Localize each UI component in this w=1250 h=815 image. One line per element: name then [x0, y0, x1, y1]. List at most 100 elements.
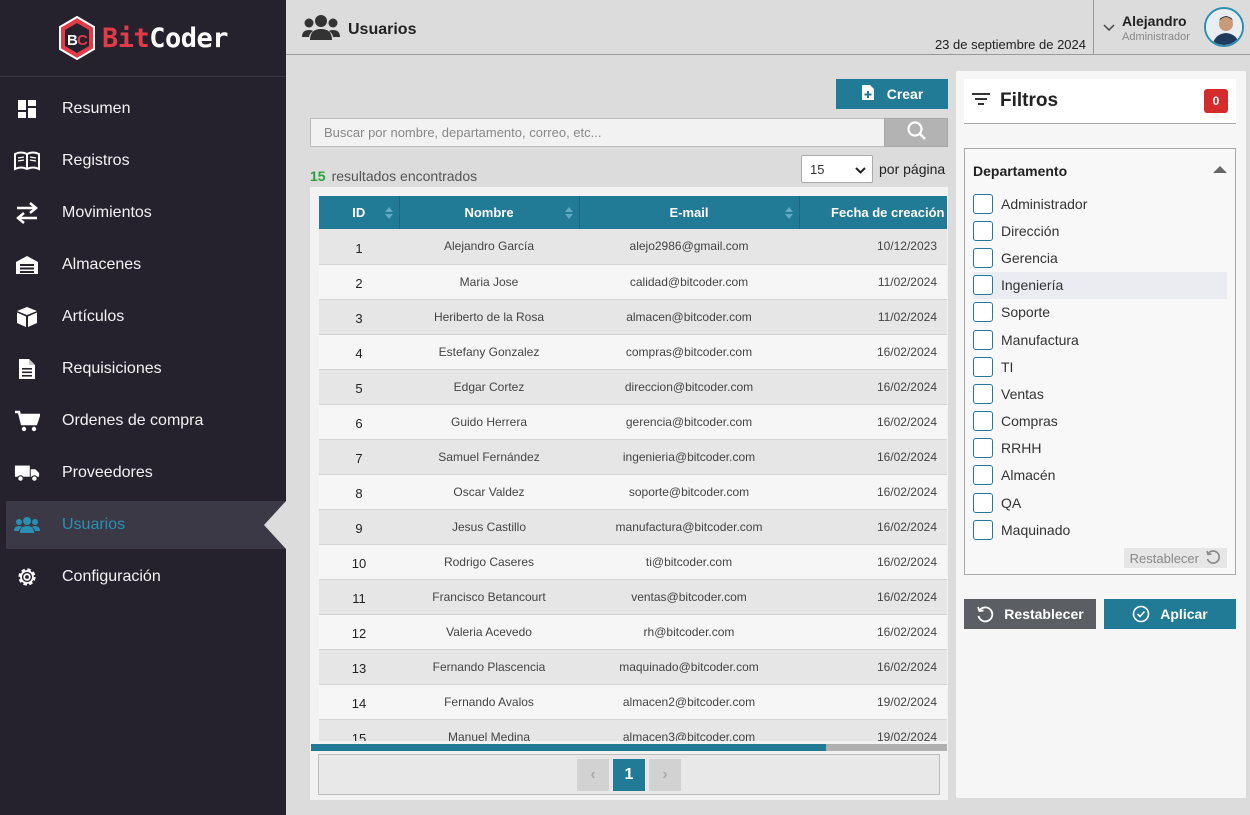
department-option[interactable]: Compras — [973, 408, 1227, 435]
department-option[interactable]: TI — [973, 353, 1227, 380]
cell-fecha: 11/02/2024 — [799, 299, 947, 335]
horizontal-scrollbar[interactable] — [311, 744, 947, 751]
checkbox[interactable] — [973, 247, 993, 268]
user-menu[interactable]: Alejandro Administrador — [1093, 0, 1250, 55]
sort-icon[interactable] — [564, 207, 573, 219]
table-row[interactable]: 5 Edgar Cortez direccion@bitcoder.com 16/02… — [319, 369, 947, 405]
department-option[interactable]: QA — [973, 489, 1227, 516]
check-circle-icon — [1132, 605, 1150, 623]
table-row[interactable]: 10 Rodrigo Caseres ti@bitcoder.com 16/02/20… — [319, 544, 947, 580]
table-row[interactable]: 14 Fernando Avalos almacen2@bitcoder.com 19… — [319, 684, 947, 720]
logo[interactable]: B C BitCoder — [0, 0, 286, 77]
cell-id: 7 — [319, 439, 399, 475]
checkbox[interactable] — [973, 519, 993, 540]
checkbox[interactable] — [973, 356, 993, 377]
checkbox[interactable] — [973, 411, 993, 432]
sidebar-item-registros[interactable]: Registros — [0, 135, 286, 187]
table-row[interactable]: 3 Heriberto de la Rosa almacen@bitcoder.co… — [319, 299, 947, 335]
sidebar-item-proveedores[interactable]: Proveedores — [0, 447, 286, 499]
table-row[interactable]: 8 Oscar Valdez soporte@bitcoder.com 16/02/2… — [319, 474, 947, 510]
column-header-nombre[interactable]: Nombre — [399, 196, 580, 229]
department-option[interactable]: Dirección — [973, 217, 1227, 244]
table-row[interactable]: 12 Valeria Acevedo rh@bitcoder.com 16/02/20… — [319, 614, 947, 650]
checkbox[interactable] — [973, 302, 993, 323]
users-icon — [302, 13, 340, 46]
cell-id: 1 — [319, 229, 399, 265]
checkbox[interactable] — [973, 193, 993, 214]
column-header-fecha[interactable]: Fecha de creación — [799, 196, 947, 229]
department-option[interactable]: Manufactura — [973, 326, 1227, 353]
column-header-email[interactable]: E-mail — [579, 196, 800, 229]
table-row[interactable]: 1 Alejandro García alejo2986@gmail.com 10/1… — [319, 229, 947, 265]
next-page-button[interactable]: › — [649, 758, 681, 791]
table-row[interactable]: 4 Estefany Gonzalez compras@bitcoder.com 16… — [319, 334, 947, 370]
department-option[interactable]: Administrador — [973, 190, 1227, 217]
department-option[interactable]: Ingeniería — [973, 271, 1227, 299]
table-row[interactable]: 15 Manuel Medina almacen3@bitcoder.com 19/0… — [319, 719, 947, 741]
department-option[interactable]: Almacén — [973, 462, 1227, 489]
reset-department-button[interactable]: Restablecer — [1123, 548, 1227, 568]
sidebar-item-label: Resumen — [62, 100, 131, 117]
sidebar-item-resumen[interactable]: Resumen — [0, 83, 286, 135]
cell-email: ventas@bitcoder.com — [579, 579, 799, 615]
checkbox[interactable] — [973, 329, 993, 350]
department-option-label: Gerencia — [1001, 249, 1058, 266]
prev-page-button[interactable]: ‹ — [577, 758, 609, 791]
page-button-current[interactable]: 1 — [613, 758, 645, 791]
sidebar-item-usuarios[interactable]: Usuarios — [6, 501, 286, 549]
table-scroll-area[interactable]: ID Nombre E-mail Fecha de creación 1 Alej… — [319, 196, 947, 741]
cell-fecha: 16/02/2024 — [799, 334, 947, 370]
department-option[interactable]: Ventas — [973, 380, 1227, 407]
department-option[interactable]: Maquinado — [973, 516, 1227, 543]
department-option[interactable]: Gerencia — [973, 244, 1227, 271]
table-row[interactable]: 6 Guido Herrera gerencia@bitcoder.com 16/02… — [319, 404, 947, 440]
sidebar-item-movimientos[interactable]: Movimientos — [0, 187, 286, 239]
create-button[interactable]: Crear — [836, 79, 948, 109]
apply-filters-button[interactable]: Aplicar — [1104, 599, 1236, 629]
cell-id: 8 — [319, 474, 399, 510]
scrollbar-thumb[interactable] — [311, 744, 826, 751]
cell-id: 6 — [319, 404, 399, 440]
per-page-select[interactable]: 15 — [801, 155, 873, 183]
search-input[interactable] — [310, 118, 884, 147]
search-button[interactable] — [884, 118, 948, 147]
reset-filters-button[interactable]: Restablecer — [964, 599, 1096, 629]
chevron-down-icon[interactable] — [1098, 23, 1120, 32]
cell-fecha: 16/02/2024 — [799, 649, 947, 685]
checkbox[interactable] — [973, 275, 993, 296]
checkbox[interactable] — [973, 492, 993, 513]
table-row[interactable]: 13 Fernando Plascencia maquinado@bitcoder.… — [319, 649, 947, 685]
per-page-control: 15 por página — [801, 155, 945, 183]
table-row[interactable]: 11 Francisco Betancourt ventas@bitcoder.co… — [319, 579, 947, 615]
table-row[interactable]: 7 Samuel Fernández ingenieria@bitcoder.com… — [319, 439, 947, 475]
page-title-text: Usuarios — [348, 20, 417, 38]
table-header-row: ID Nombre E-mail Fecha de creación — [319, 196, 947, 229]
checkbox[interactable] — [973, 465, 993, 486]
sidebar-item-configuracion[interactable]: Configuración — [0, 551, 286, 603]
column-header-id[interactable]: ID — [319, 196, 400, 229]
checkbox[interactable] — [973, 220, 993, 241]
checkbox[interactable] — [973, 383, 993, 404]
sidebar-item-almacenes[interactable]: Almacenes — [0, 239, 286, 291]
user-info: Alejandro Administrador — [1122, 13, 1190, 43]
sidebar-item-ordenes-de-compra[interactable]: Ordenes de compra — [0, 395, 286, 447]
cell-id: 10 — [319, 544, 399, 580]
department-filter-group: Departamento Administrador Dirección Geren… — [964, 148, 1236, 575]
sidebar-item-articulos[interactable]: Artículos — [0, 291, 286, 343]
reset-department-label: Restablecer — [1129, 550, 1199, 566]
checkbox[interactable] — [973, 438, 993, 459]
cell-fecha: 16/02/2024 — [799, 404, 947, 440]
cell-email: almacen@bitcoder.com — [579, 299, 799, 335]
department-option[interactable]: RRHH — [973, 435, 1227, 462]
sort-icon[interactable] — [384, 207, 393, 219]
department-option[interactable]: Soporte — [973, 299, 1227, 326]
cell-email: alejo2986@gmail.com — [579, 229, 799, 265]
chevron-up-icon[interactable] — [1213, 166, 1227, 173]
sidebar-item-requisiciones[interactable]: Requisiciones — [0, 343, 286, 395]
sort-icon[interactable] — [784, 207, 793, 219]
avatar[interactable] — [1204, 7, 1244, 47]
create-button-label: Crear — [886, 86, 924, 102]
table-row[interactable]: 2 Maria Jose calidad@bitcoder.com 11/02/202… — [319, 264, 947, 300]
page-number: 1 — [624, 765, 634, 783]
table-row[interactable]: 9 Jesus Castillo manufactura@bitcoder.com 1… — [319, 509, 947, 545]
